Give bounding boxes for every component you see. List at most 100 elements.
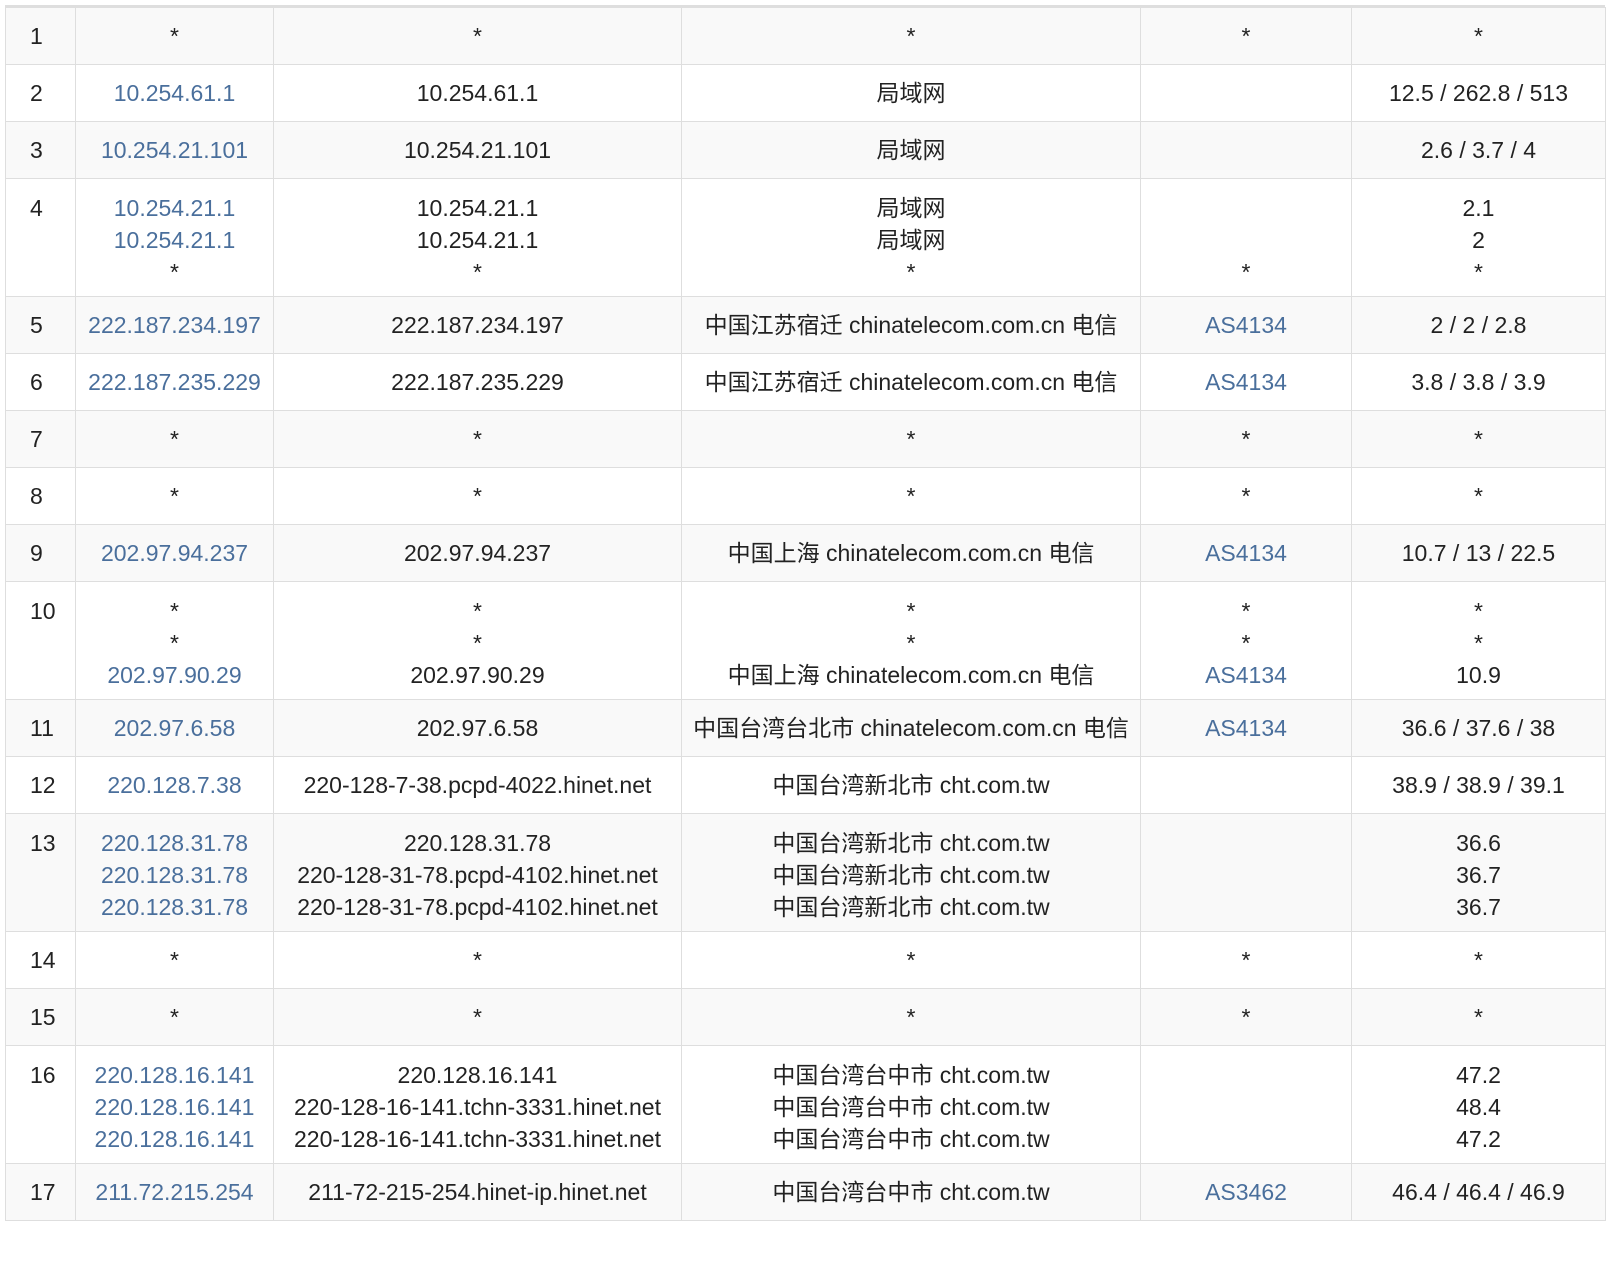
hop-asn xyxy=(1147,1123,1345,1155)
hop-location: 局域网 xyxy=(876,227,946,253)
hop-latency: * xyxy=(1474,947,1483,973)
hop-ip[interactable]: 202.97.94.237 xyxy=(82,537,267,569)
hop-location-cell: * xyxy=(681,7,1141,65)
hop-number: 11 xyxy=(5,699,76,757)
hop-asn-cell: * * AS4134 xyxy=(1140,581,1352,700)
hop-location: 中国台湾台中市 cht.com.tw xyxy=(772,1062,1050,1088)
hop-ip[interactable]: 220.128.31.78 xyxy=(82,859,267,891)
hop-ip[interactable]: 202.97.6.58 xyxy=(82,712,267,744)
hop-hostname-cell: 220.128.16.141 220-128-16-141.tchn-3331.h… xyxy=(273,1045,682,1164)
hop-hostname: 10.254.21.1 xyxy=(416,227,539,253)
hops-table: 1 * * * * * 2 10.254.61.1 10.254.61.1 局域网 12.5 / 2… xyxy=(5,7,1606,1221)
hop-hostname: 202.97.94.237 xyxy=(403,540,552,566)
hop-asn-cell: * xyxy=(1140,931,1352,989)
hop-asn xyxy=(1147,859,1345,891)
hop-ip[interactable]: 220.128.16.141 xyxy=(82,1123,267,1155)
hop-asn[interactable]: AS3462 xyxy=(1147,1176,1345,1208)
hop-number: 4 xyxy=(5,178,76,297)
hop-asn: * xyxy=(1241,483,1251,509)
hop-location-cell: 中国台湾新北市 cht.com.tw xyxy=(681,756,1141,814)
hop-latency: 47.2 xyxy=(1456,1062,1501,1088)
hop-hostname-cell: * xyxy=(273,7,682,65)
hop-hostname-cell: 202.97.94.237 xyxy=(273,524,682,582)
hop-ip[interactable]: 220.128.16.141 xyxy=(82,1091,267,1123)
hop-hostname: 10.254.21.1 xyxy=(416,195,539,221)
hop-hostname-cell: 220-128-7-38.pcpd-4022.hinet.net xyxy=(273,756,682,814)
table-row: 17 211.72.215.254 211-72-215-254.hinet-ip.… xyxy=(5,1163,1606,1221)
hop-latency-cell: 2.6 / 3.7 / 4 xyxy=(1351,121,1606,179)
hop-hostname-cell: 10.254.61.1 xyxy=(273,64,682,122)
hop-asn[interactable]: AS4134 xyxy=(1147,537,1345,569)
hop-ip[interactable]: 220.128.31.78 xyxy=(82,827,267,859)
hop-hostname: 211-72-215-254.hinet-ip.hinet.net xyxy=(308,1179,647,1205)
hop-location-cell: * xyxy=(681,410,1141,468)
hop-hostname-cell: * xyxy=(273,410,682,468)
hop-asn-cell xyxy=(1140,1045,1352,1164)
hop-ip[interactable]: 202.97.90.29 xyxy=(82,659,267,691)
hop-ip[interactable]: 10.254.21.1 xyxy=(82,224,267,256)
hop-asn[interactable]: AS4134 xyxy=(1147,712,1345,744)
hop-asn-cell: * xyxy=(1140,467,1352,525)
hop-asn: * xyxy=(1241,259,1251,285)
table-row: 12 220.128.7.38 220-128-7-38.pcpd-4022.hin… xyxy=(5,756,1606,814)
table-top-border xyxy=(5,0,1605,7)
hop-location-cell: 中国台湾台北市 chinatelecom.com.cn 电信 xyxy=(681,699,1141,757)
hop-number: 6 xyxy=(5,353,76,411)
hop-number: 8 xyxy=(5,467,76,525)
hop-number: 17 xyxy=(5,1163,76,1221)
hop-ip[interactable]: 10.254.61.1 xyxy=(82,77,267,109)
hop-asn[interactable]: AS4134 xyxy=(1147,659,1345,691)
hop-asn xyxy=(1147,224,1345,256)
hop-asn[interactable]: AS4134 xyxy=(1147,309,1345,341)
hop-hostname: * xyxy=(473,598,482,624)
hop-number: 10 xyxy=(5,581,76,700)
hop-location: 中国台湾台北市 chinatelecom.com.cn 电信 xyxy=(693,715,1129,741)
hop-ip[interactable]: 220.128.7.38 xyxy=(82,769,267,801)
hop-latency: 10.9 xyxy=(1456,662,1501,688)
table-row: 15 * * * * * xyxy=(5,988,1606,1046)
hop-ip-cell: * xyxy=(75,988,274,1046)
hop-asn: * xyxy=(1241,630,1251,656)
hop-hostname: * xyxy=(473,630,482,656)
hop-ip[interactable]: 10.254.21.101 xyxy=(82,134,267,166)
hop-hostname: * xyxy=(473,426,482,452)
hop-ip-cell: 10.254.21.1 10.254.21.1 * xyxy=(75,178,274,297)
hop-hostname: 220-128-7-38.pcpd-4022.hinet.net xyxy=(303,772,652,798)
hop-ip[interactable]: 222.187.234.197 xyxy=(82,309,267,341)
hop-ip-cell: 202.97.6.58 xyxy=(75,699,274,757)
hop-location-cell: * xyxy=(681,931,1141,989)
hop-location: * xyxy=(906,630,916,656)
hop-hostname-cell: 220.128.31.78 220-128-31-78.pcpd-4102.hin… xyxy=(273,813,682,932)
table-row: 16 220.128.16.141 220.128.16.141 220.128.16… xyxy=(5,1045,1606,1164)
hop-hostname: * xyxy=(473,947,482,973)
hop-asn-cell xyxy=(1140,121,1352,179)
hop-location: * xyxy=(906,947,916,973)
table-row: 2 10.254.61.1 10.254.61.1 局域网 12.5 / 262.8 /… xyxy=(5,64,1606,122)
hop-asn: * xyxy=(1241,1004,1251,1030)
hop-ip-cell: 220.128.16.141 220.128.16.141 220.128.16.1… xyxy=(75,1045,274,1164)
hop-latency-cell: 10.7 / 13 / 22.5 xyxy=(1351,524,1606,582)
hop-ip[interactable]: 211.72.215.254 xyxy=(82,1176,267,1208)
hop-asn-cell: AS3462 xyxy=(1140,1163,1352,1221)
hop-ip: * xyxy=(170,630,179,656)
hop-location: 中国台湾新北市 cht.com.tw xyxy=(772,894,1050,920)
hop-number: 5 xyxy=(5,296,76,354)
hop-asn[interactable]: AS4134 xyxy=(1147,366,1345,398)
hop-asn xyxy=(1147,891,1345,923)
hop-location: 中国台湾台中市 cht.com.tw xyxy=(772,1126,1050,1152)
hop-number: 13 xyxy=(5,813,76,932)
hop-number: 12 xyxy=(5,756,76,814)
hop-hostname: 222.187.234.197 xyxy=(391,312,564,338)
hop-number: 1 xyxy=(5,7,76,65)
hop-hostname: * xyxy=(473,23,482,49)
hop-latency: 2.6 / 3.7 / 4 xyxy=(1420,137,1537,163)
hop-location: * xyxy=(906,259,916,285)
hop-hostname: 220-128-31-78.pcpd-4102.hinet.net xyxy=(297,862,658,888)
table-row: 3 10.254.21.101 10.254.21.101 局域网 2.6 / 3.7 … xyxy=(5,121,1606,179)
hop-ip[interactable]: 220.128.31.78 xyxy=(82,891,267,923)
hop-ip[interactable]: 10.254.21.1 xyxy=(82,192,267,224)
hop-ip-cell: 220.128.7.38 xyxy=(75,756,274,814)
hop-location-cell: 中国台湾台中市 cht.com.tw 中国台湾台中市 cht.com.tw 中国台湾… xyxy=(681,1045,1141,1164)
hop-ip[interactable]: 222.187.235.229 xyxy=(82,366,267,398)
hop-ip[interactable]: 220.128.16.141 xyxy=(82,1059,267,1091)
